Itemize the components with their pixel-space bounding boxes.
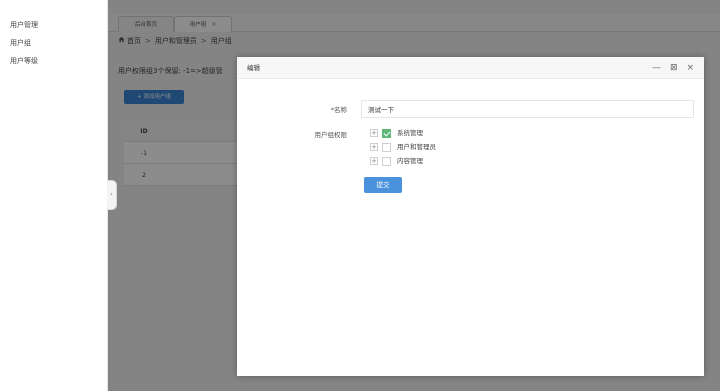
sidebar-item-user-group[interactable]: 用户组	[0, 34, 107, 52]
submit-button[interactable]: 提交	[364, 177, 402, 193]
close-icon[interactable]: ×	[686, 57, 694, 79]
permission-item-content: + 内容管理	[370, 155, 423, 167]
name-label: *名称	[330, 106, 347, 114]
expand-icon[interactable]: +	[370, 129, 378, 137]
edit-modal: 编辑 — ⊠ × *名称 用户组权限 + 系统管理 + 用户和管理员 + 内容管理 提…	[237, 57, 704, 376]
sidebar-item-user-level[interactable]: 用户等级	[0, 52, 107, 70]
sidebar: 用户管理 用户组 用户等级	[0, 0, 108, 391]
permission-item-users: + 用户和管理员	[370, 141, 436, 153]
expand-icon[interactable]: +	[370, 143, 378, 151]
permission-item-system: + 系统管理	[370, 127, 423, 139]
expand-icon[interactable]: +	[370, 157, 378, 165]
name-input[interactable]	[361, 100, 694, 118]
permission-label-users: 用户和管理员	[397, 143, 436, 151]
minimize-icon[interactable]: —	[652, 57, 661, 79]
modal-title: 编辑	[247, 64, 260, 72]
checkbox-users-admins[interactable]	[382, 142, 391, 152]
permission-label-content: 内容管理	[397, 157, 423, 165]
checkbox-system-management[interactable]	[382, 128, 391, 138]
sidebar-collapse-handle[interactable]: ‹	[107, 180, 117, 210]
permission-label: 用户组权限	[314, 131, 348, 139]
checkbox-content-management[interactable]	[382, 156, 391, 166]
maximize-icon[interactable]: ⊠	[670, 57, 678, 79]
modal-header: 编辑 — ⊠ ×	[237, 57, 704, 79]
modal-controls: — ⊠ ×	[646, 57, 694, 79]
permission-label-system: 系统管理	[397, 129, 423, 137]
sidebar-item-user-management[interactable]: 用户管理	[0, 16, 107, 34]
